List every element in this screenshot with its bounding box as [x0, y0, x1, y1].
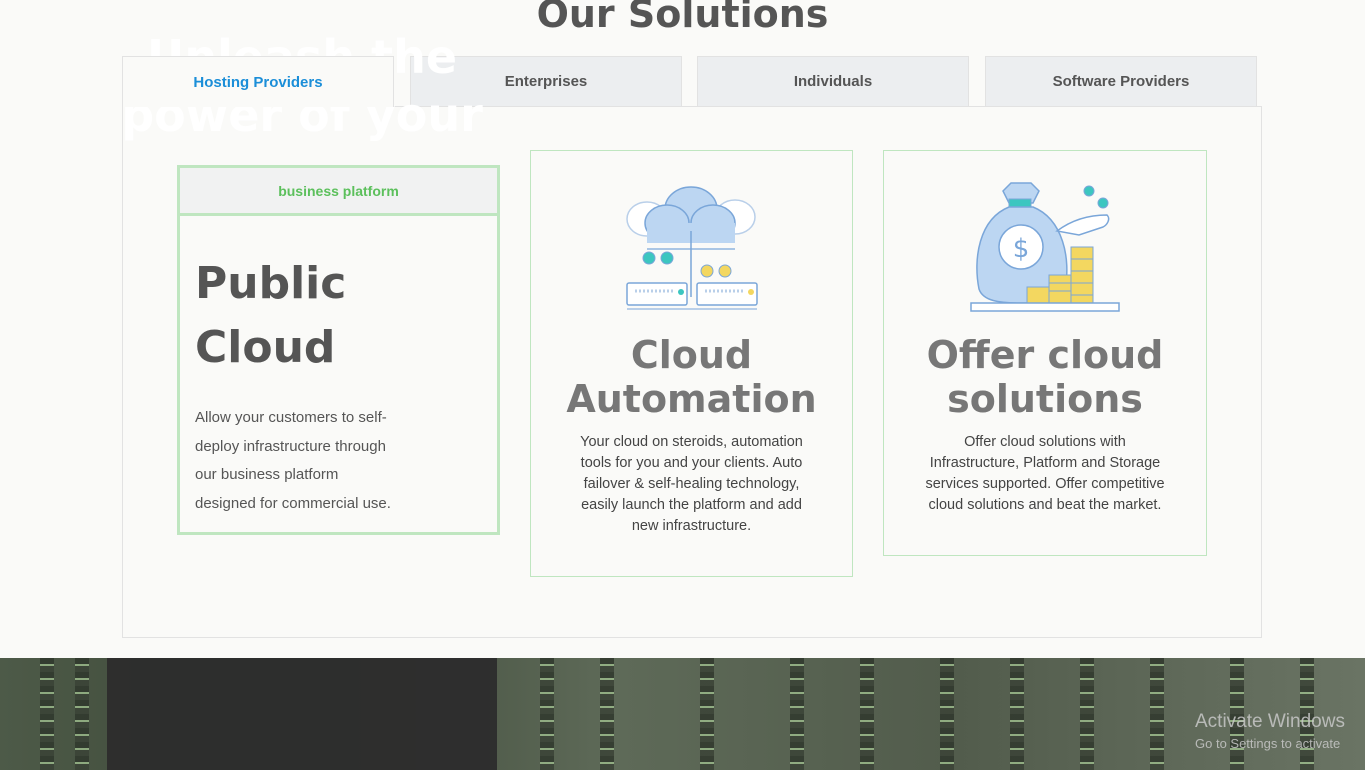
tab-individuals[interactable]: Individuals [697, 56, 969, 106]
datacenter-banner [0, 658, 1365, 770]
activate-windows-sub: Go to Settings to activate [1195, 736, 1341, 751]
tab-software-providers[interactable]: Software Providers [985, 56, 1257, 106]
svg-text:$: $ [1013, 234, 1030, 264]
public-cloud-card[interactable]: business platform Public Cloud Allow you… [177, 165, 500, 535]
card-header-label: business platform [180, 168, 497, 216]
cloud-automation-text: Your cloud on steroids, automation tools… [580, 434, 803, 534]
offer-cloud-text: Offer cloud solutions with Infrastructur… [925, 434, 1165, 513]
offer-cloud-title: Offer cloud solutions [926, 333, 1164, 421]
cloud-automation-title: Cloud Automation [566, 333, 817, 421]
offer-cloud-card[interactable]: $ Offer cloud solutions Offer cloud solu… [883, 150, 1207, 556]
public-cloud-description: Allow your customers to self- deploy inf… [195, 409, 391, 512]
cloud-server-icon [625, 186, 758, 310]
public-cloud-title: Public Cloud [195, 258, 347, 373]
money-bag-icon: $ [970, 182, 1120, 312]
solutions-tabs: Hosting Providers Enterprises Individual… [122, 56, 1262, 107]
tab-hosting-providers[interactable]: Hosting Providers [122, 56, 394, 107]
activate-windows-title: Activate Windows [1195, 711, 1345, 732]
banner-text-box [107, 658, 497, 770]
cloud-automation-card[interactable]: Cloud Automation Your cloud on steroids,… [530, 150, 853, 577]
